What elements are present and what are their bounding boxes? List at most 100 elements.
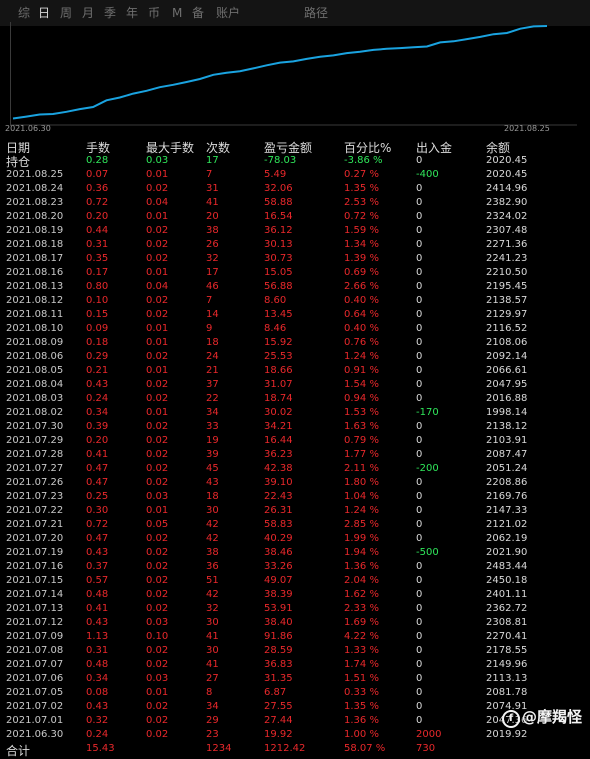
table-row[interactable]: 2021.08.23 0.72 0.04 41 58.88 2.53 % 0 2382.90 <box>0 196 590 210</box>
table-row[interactable]: 2021.06.30 0.24 0.02 23 19.92 1.00 % 2000 2019.… <box>0 728 590 742</box>
cell-hands: 0.32 <box>86 715 109 726</box>
cell-date: 2021.07.08 <box>6 645 64 656</box>
cell-balance: 2051.24 <box>486 463 528 474</box>
holding-hands: 0.28 <box>86 155 109 166</box>
table-row[interactable]: 2021.08.24 0.36 0.02 31 32.06 1.35 % 0 2414.96 <box>0 182 590 196</box>
table-row[interactable]: 2021.08.13 0.80 0.04 46 56.88 2.66 % 0 2195.45 <box>0 280 590 294</box>
table-row[interactable]: 2021.08.02 0.34 0.01 34 30.02 1.53 % -170 1998.… <box>0 406 590 420</box>
cell-pct: 1.24 % <box>344 505 379 516</box>
cell-pnl: 40.29 <box>264 533 293 544</box>
tab-5[interactable]: 年 <box>126 6 138 20</box>
table-row[interactable]: 2021.07.20 0.47 0.02 42 40.29 1.99 % 0 2062.19 <box>0 532 590 546</box>
table-row[interactable]: 2021.08.12 0.10 0.02 7 8.60 0.40 % 0 2138.57 <box>0 294 590 308</box>
cell-balance: 2401.11 <box>486 589 528 600</box>
table-row[interactable]: 2021.07.16 0.37 0.02 36 33.26 1.36 % 0 2483.44 <box>0 560 590 574</box>
cell-date: 2021.08.09 <box>6 337 64 348</box>
cell-flow: 0 <box>416 603 423 614</box>
cell-hands: 0.43 <box>86 617 109 628</box>
table-row[interactable]: 2021.07.19 0.43 0.02 38 38.46 1.94 % -500 2021.… <box>0 546 590 560</box>
cell-pnl: 38.39 <box>264 589 293 600</box>
cell-max-hands: 0.01 <box>146 505 169 516</box>
cell-pnl: 39.10 <box>264 477 293 488</box>
table-row[interactable]: 2021.08.20 0.20 0.01 20 16.54 0.72 % 0 2324.02 <box>0 210 590 224</box>
tab-0[interactable]: 综 <box>18 6 30 20</box>
tab-7[interactable]: M <box>172 6 182 20</box>
table-row[interactable]: 2021.08.09 0.18 0.01 18 15.92 0.76 % 0 2108.06 <box>0 336 590 350</box>
table-row[interactable]: 2021.07.23 0.25 0.03 18 22.43 1.04 % 0 2169.76 <box>0 490 590 504</box>
cell-max-hands: 0.03 <box>146 617 169 628</box>
table-row[interactable]: 2021.07.09 1.13 0.10 41 91.86 4.22 % 0 2270.41 <box>0 630 590 644</box>
table-row[interactable]: 2021.08.18 0.31 0.02 26 30.13 1.34 % 0 2271.36 <box>0 238 590 252</box>
table-row[interactable]: 2021.07.29 0.20 0.02 19 16.44 0.79 % 0 2103.91 <box>0 434 590 448</box>
cell-flow: 0 <box>416 673 423 684</box>
cell-hands: 0.20 <box>86 211 109 222</box>
table-row[interactable]: 2021.07.05 0.08 0.01 8 6.87 0.33 % 0 2081.78 <box>0 686 590 700</box>
table-row[interactable]: 2021.08.04 0.43 0.02 37 31.07 1.54 % 0 2047.95 <box>0 378 590 392</box>
holding-percent: -3.86 % <box>344 155 383 166</box>
cell-flow: 0 <box>416 183 423 194</box>
table-row[interactable]: 2021.07.21 0.72 0.05 42 58.83 2.85 % 0 2121.02 <box>0 518 590 532</box>
table-row[interactable]: 2021.07.27 0.47 0.02 45 42.38 2.11 % -200 2051.… <box>0 462 590 476</box>
cell-balance: 2149.96 <box>486 659 528 670</box>
holding-count: 17 <box>206 155 219 166</box>
cell-flow: 0 <box>416 645 423 656</box>
table-row[interactable]: 2021.07.15 0.57 0.02 51 49.07 2.04 % 0 2450.18 <box>0 574 590 588</box>
cell-balance: 2208.86 <box>486 477 528 488</box>
cell-balance: 2270.41 <box>486 631 528 642</box>
cell-pnl: 8.46 <box>264 323 287 334</box>
table-row[interactable]: 2021.08.10 0.09 0.01 9 8.46 0.40 % 0 2116.52 <box>0 322 590 336</box>
cell-max-hands: 0.02 <box>146 309 169 320</box>
table-row[interactable]: 2021.08.03 0.24 0.02 22 18.74 0.94 % 0 2016.88 <box>0 392 590 406</box>
cell-pct: 1.24 % <box>344 351 379 362</box>
cell-date: 2021.08.20 <box>6 211 64 222</box>
holding-row[interactable]: 持仓 0.28 0.03 17 -78.03 -3.86 % 0 2020.45 <box>0 154 590 169</box>
table-row[interactable]: 2021.07.22 0.30 0.01 30 26.31 1.24 % 0 2147.33 <box>0 504 590 518</box>
table-row[interactable]: 2021.07.06 0.34 0.03 27 31.35 1.51 % 0 2113.13 <box>0 672 590 686</box>
table-row[interactable]: 2021.07.12 0.43 0.03 30 38.40 1.69 % 0 2308.81 <box>0 616 590 630</box>
tab-3[interactable]: 月 <box>82 6 94 20</box>
cell-pct: 1.00 % <box>344 729 379 740</box>
cell-hands: 0.18 <box>86 337 109 348</box>
table-row[interactable]: 2021.07.13 0.41 0.02 32 53.91 2.33 % 0 2362.72 <box>0 602 590 616</box>
cell-balance: 2308.81 <box>486 617 528 628</box>
table-row[interactable]: 2021.08.19 0.44 0.02 38 36.12 1.59 % 0 2307.48 <box>0 224 590 238</box>
cell-pnl: 30.73 <box>264 253 293 264</box>
table-row[interactable]: 2021.07.08 0.31 0.02 30 28.59 1.33 % 0 2178.55 <box>0 644 590 658</box>
table-row[interactable]: 2021.07.07 0.48 0.02 41 36.83 1.74 % 0 2149.96 <box>0 658 590 672</box>
table-row[interactable]: 2021.08.06 0.29 0.02 24 25.53 1.24 % 0 2092.14 <box>0 350 590 364</box>
table-row[interactable]: 2021.07.26 0.47 0.02 43 39.10 1.80 % 0 2208.86 <box>0 476 590 490</box>
holding-balance: 2020.45 <box>486 155 528 166</box>
table-header: 日期 手数 最大手数 次数 盈亏金额 百分比% 出入金 余额 <box>0 139 590 155</box>
cell-pnl: 25.53 <box>264 351 293 362</box>
table-row[interactable]: 2021.08.25 0.07 0.01 7 5.49 0.27 % -400 2020.45 <box>0 168 590 182</box>
cell-pct: 0.40 % <box>344 295 379 306</box>
cell-max-hands: 0.10 <box>146 631 169 642</box>
cell-max-hands: 0.02 <box>146 547 169 558</box>
table-row[interactable]: 2021.07.30 0.39 0.02 33 34.21 1.63 % 0 2138.12 <box>0 420 590 434</box>
cell-max-hands: 0.01 <box>146 211 169 222</box>
table-row[interactable]: 2021.08.05 0.21 0.01 21 18.66 0.91 % 0 2066.61 <box>0 364 590 378</box>
table-row[interactable]: 2021.08.17 0.35 0.02 32 30.73 1.39 % 0 2241.23 <box>0 252 590 266</box>
tab-10[interactable]: 路径 <box>304 6 328 20</box>
cell-pnl: 15.92 <box>264 337 293 348</box>
cell-flow: -400 <box>416 169 439 180</box>
tab-8[interactable]: 备 <box>192 6 204 20</box>
cell-date: 2021.07.13 <box>6 603 64 614</box>
tab-2[interactable]: 周 <box>60 6 72 20</box>
total-row: 合计 15.43 1234 1212.42 58.07 % 730 <box>0 743 590 758</box>
cell-max-hands: 0.02 <box>146 659 169 670</box>
cell-pnl: 27.44 <box>264 715 293 726</box>
table-row[interactable]: 2021.07.28 0.41 0.02 39 36.23 1.77 % 0 2087.47 <box>0 448 590 462</box>
table-row[interactable]: 2021.08.16 0.17 0.01 17 15.05 0.69 % 0 2210.50 <box>0 266 590 280</box>
cell-balance: 2210.50 <box>486 267 528 278</box>
tab-9[interactable]: 账户 <box>216 6 240 20</box>
tab-4[interactable]: 季 <box>104 6 116 20</box>
cell-flow: 0 <box>416 533 423 544</box>
table-row[interactable]: 2021.07.14 0.48 0.02 42 38.39 1.62 % 0 2401.11 <box>0 588 590 602</box>
cell-balance: 2382.90 <box>486 197 528 208</box>
tab-1[interactable]: 日 <box>38 6 50 20</box>
tab-6[interactable]: 币 <box>148 6 160 20</box>
table-row[interactable]: 2021.08.11 0.15 0.02 14 13.45 0.64 % 0 2129.97 <box>0 308 590 322</box>
cell-count: 22 <box>206 393 219 404</box>
cell-flow: 0 <box>416 575 423 586</box>
